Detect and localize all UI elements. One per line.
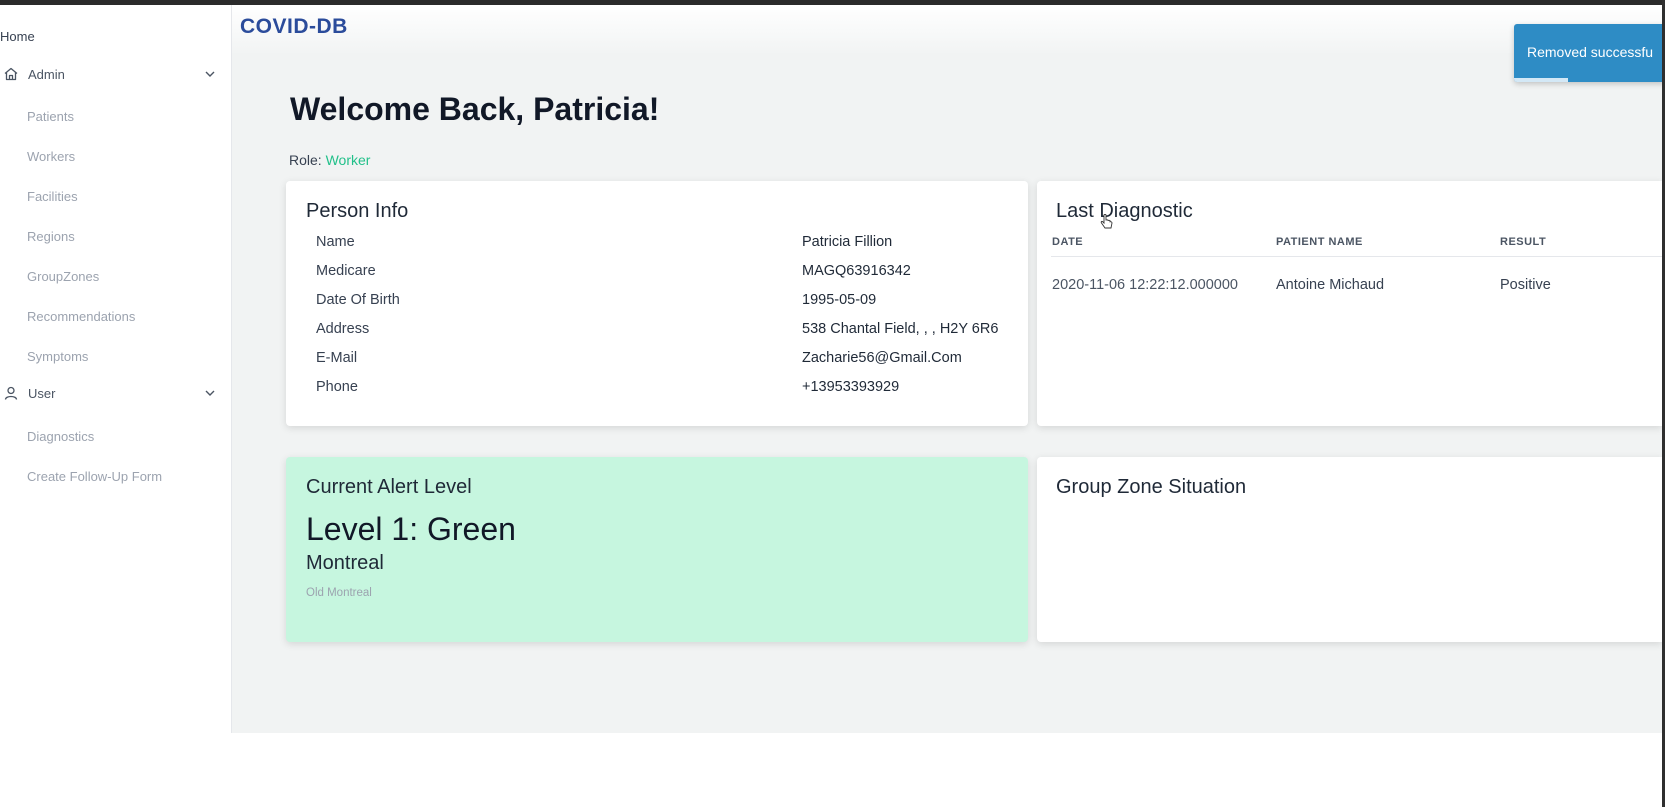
alert-level-card: Current Alert Level Level 1: Green Montr… xyxy=(286,457,1028,642)
sidebar-group-user[interactable]: User xyxy=(0,384,220,402)
sidebar-group-label: Admin xyxy=(28,66,65,82)
sidebar-item-regions[interactable]: Regions xyxy=(27,229,75,244)
sidebar-group-admin[interactable]: Admin xyxy=(0,65,220,83)
role-line: Role: Worker xyxy=(289,152,370,168)
home-icon xyxy=(2,65,20,83)
sidebar: Home Admin Patients Workers Facilities R… xyxy=(0,5,232,733)
group-zone-card: Group Zone Situation xyxy=(1037,457,1662,642)
sidebar-group-label: User xyxy=(28,385,56,401)
card-title: Current Alert Level xyxy=(306,476,472,498)
info-value: 538 Chantal Field, , , H2Y 6R6 xyxy=(802,321,999,337)
column-header-date: DATE xyxy=(1052,236,1084,248)
sidebar-item-groupzones[interactable]: GroupZones xyxy=(27,269,99,284)
card-title: Group Zone Situation xyxy=(1056,476,1247,498)
info-label: Address xyxy=(316,321,370,337)
info-label: Name xyxy=(316,234,355,250)
card-title: Last Diagnostic xyxy=(1056,200,1193,222)
table-cell-patient-name: Antoine Michaud xyxy=(1276,277,1385,293)
person-info-card: Person Info Name Patricia Fillion Medica… xyxy=(286,181,1028,426)
alert-zone: Old Montreal xyxy=(306,587,372,599)
chevron-down-icon xyxy=(204,387,216,399)
column-header-patient-name: PATIENT NAME xyxy=(1276,236,1363,248)
main-content: Welcome Back, Patricia! Role: Worker Per… xyxy=(232,53,1662,733)
info-label: Date Of Birth xyxy=(316,292,400,308)
toast-progress-bar xyxy=(1514,78,1568,82)
info-label: Phone xyxy=(316,379,358,395)
card-title: Person Info xyxy=(306,200,409,222)
chevron-down-icon xyxy=(204,68,216,80)
sidebar-item-patients[interactable]: Patients xyxy=(27,109,74,124)
sidebar-item-symptoms[interactable]: Symptoms xyxy=(27,349,88,364)
alert-city: Montreal xyxy=(306,552,384,574)
column-header-result: RESULT xyxy=(1500,236,1547,248)
info-label: E-Mail xyxy=(316,350,358,366)
info-label: Medicare xyxy=(316,263,376,279)
info-value: Patricia Fillion xyxy=(802,234,893,250)
sidebar-item-diagnostics[interactable]: Diagnostics xyxy=(27,429,94,444)
toast-message: Removed successfu xyxy=(1527,44,1654,60)
sidebar-item-recommendations[interactable]: Recommendations xyxy=(27,309,135,324)
info-value: Zacharie56@Gmail.Com xyxy=(802,350,962,366)
brand-logo[interactable]: COVID-DB xyxy=(240,15,348,39)
sidebar-item-workers[interactable]: Workers xyxy=(27,149,75,164)
last-diagnostic-card: Last Diagnostic DATE PATIENT NAME RESULT… xyxy=(1037,181,1662,426)
toast-notification[interactable]: Removed successfu xyxy=(1514,24,1665,82)
user-icon xyxy=(2,384,20,402)
role-label: Role: xyxy=(289,152,322,168)
pointer-cursor-icon xyxy=(1100,213,1114,230)
sidebar-item-facilities[interactable]: Facilities xyxy=(27,189,78,204)
page-title: Welcome Back, Patricia! xyxy=(290,91,660,127)
sidebar-item-create-follow-up-form[interactable]: Create Follow-Up Form xyxy=(27,469,162,484)
role-value: Worker xyxy=(325,152,371,168)
alert-level-value: Level 1: Green xyxy=(306,511,516,547)
sidebar-item-home[interactable]: Home xyxy=(0,29,35,44)
top-header: COVID-DB xyxy=(232,5,1662,53)
table-divider xyxy=(1051,256,1662,257)
info-value: MAGQ63916342 xyxy=(802,263,911,279)
table-cell-date: 2020-11-06 12:22:12.000000 xyxy=(1052,277,1238,293)
info-value: 1995-05-09 xyxy=(802,292,877,308)
info-value: +13953393929 xyxy=(802,379,900,395)
table-cell-result: Positive xyxy=(1500,277,1551,293)
